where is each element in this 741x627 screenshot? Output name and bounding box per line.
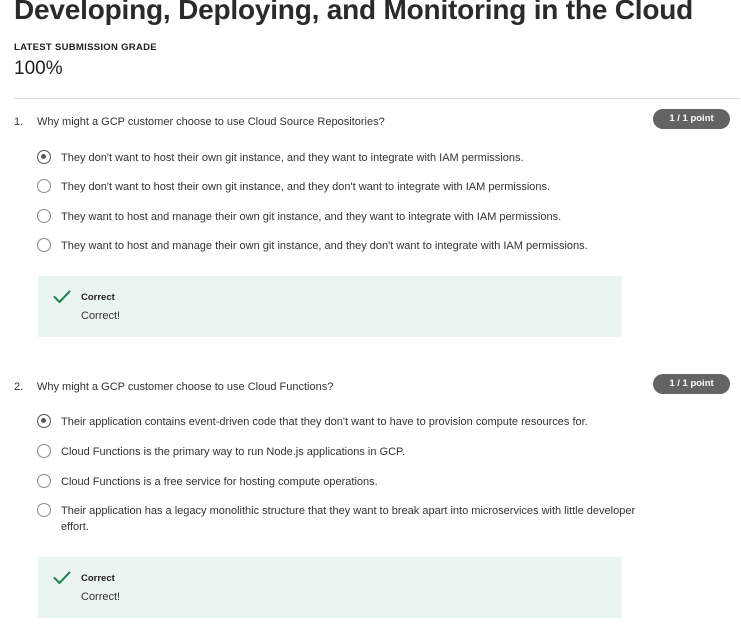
option-text: They don't want to host their own git in… [61,181,551,193]
check-icon [53,571,71,584]
radio-button[interactable] [37,474,51,488]
option-text: Cloud Functions is a free service for ho… [61,476,378,488]
grade-value: 100% [14,58,63,79]
feedback-label: Correct [81,292,115,303]
radio-button[interactable] [37,238,51,252]
grade-label: LATEST SUBMISSION GRADE [14,42,157,53]
feedback-box: Correct Correct! [38,276,622,337]
option-text: They want to host and manage their own g… [61,240,588,252]
radio-button[interactable] [37,503,51,517]
option-text: Their application contains event-driven … [61,416,588,428]
option-text: They want to host and manage their own g… [61,211,562,223]
radio-button-selected[interactable] [37,414,51,428]
radio-button-selected[interactable] [37,150,51,164]
question-prompt: Why might a GCP customer choose to use C… [37,381,334,393]
feedback-box: Correct Correct! [38,557,622,618]
radio-button[interactable] [37,444,51,458]
option-text: Cloud Functions is the primary way to ru… [61,446,406,458]
option-text: They don't want to host their own git in… [61,152,524,164]
question-prompt: Why might a GCP customer choose to use C… [37,116,385,128]
page-title: Developing, Deploying, and Monitoring in… [14,0,694,25]
feedback-label: Correct [81,573,115,584]
option-text: Their application has a legacy monolithi… [61,505,636,533]
feedback-message: Correct! [81,591,121,603]
radio-button[interactable] [37,209,51,223]
points-badge: 1 / 1 point [653,374,730,394]
question-number: 2. [14,381,24,393]
points-badge: 1 / 1 point [653,109,730,129]
feedback-message: Correct! [81,310,121,322]
question-number: 1. [14,116,24,128]
divider [14,98,740,99]
check-icon [53,290,71,303]
radio-button[interactable] [37,179,51,193]
